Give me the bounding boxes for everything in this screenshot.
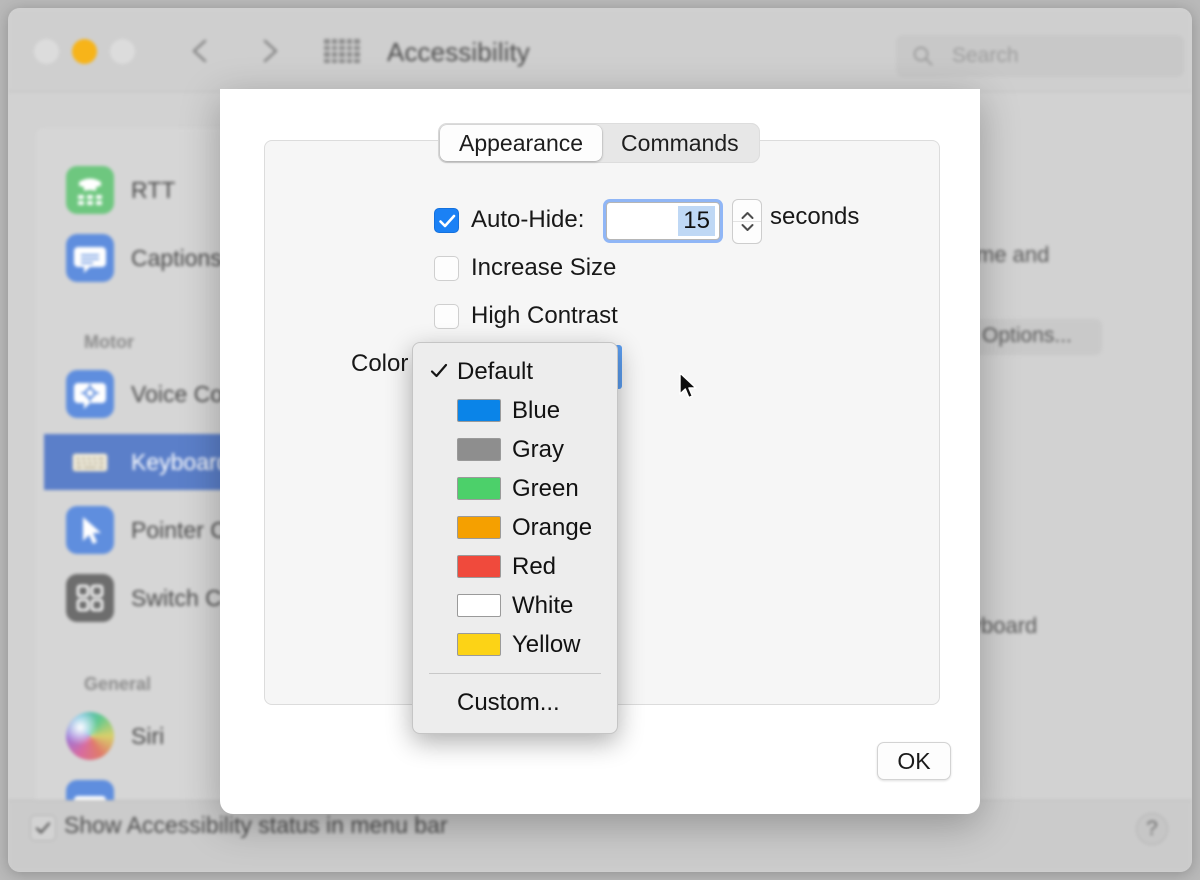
menu-item-label: Red: [512, 552, 557, 580]
captions-icon: [66, 234, 114, 282]
high-contrast-label: High Contrast: [471, 302, 618, 329]
increase-size-label: Increase Size: [471, 254, 617, 281]
show-accessibility-status-label: Show Accessibility status in menu bar: [64, 812, 448, 838]
help-button[interactable]: ?: [1136, 813, 1168, 845]
tab-commands[interactable]: Commands: [602, 125, 758, 161]
color-swatch-blue: [457, 399, 501, 422]
sidebar-section-header-motor: Motor: [84, 332, 134, 352]
siri-icon: [66, 712, 114, 760]
menu-item-label: Gray: [512, 435, 565, 463]
high-contrast-row: High Contrast: [434, 302, 618, 330]
pointer-control-icon: [66, 506, 114, 554]
menu-item-green[interactable]: Green: [413, 469, 617, 508]
show-accessibility-status-checkbox[interactable]: [30, 815, 56, 841]
voice-control-icon: [66, 370, 114, 418]
options-button[interactable]: Options...: [970, 319, 1102, 355]
sidebar-item-label: RTT: [131, 176, 176, 203]
menu-item-label: Orange: [512, 513, 593, 541]
chevron-down-icon[interactable]: [739, 222, 756, 233]
color-swatch-gray: [457, 438, 501, 461]
grid-view-icon[interactable]: [323, 38, 361, 64]
auto-hide-row: Auto-Hide:: [434, 206, 584, 234]
auto-hide-checkbox[interactable]: [434, 207, 459, 233]
color-swatch-yellow: [457, 633, 501, 656]
menu-item-label: Blue: [512, 396, 561, 424]
menu-item-label: Green: [512, 474, 579, 502]
arrow-cursor: [679, 372, 697, 399]
menu-item-orange[interactable]: Orange: [413, 508, 617, 547]
pane-text-fragment: yboard: [970, 613, 1038, 638]
sidebar-item-label: Keyboard: [131, 448, 230, 475]
search-placeholder: Search: [952, 44, 1019, 67]
auto-hide-seconds-input[interactable]: 15: [606, 202, 720, 240]
color-swatch-red: [457, 555, 501, 578]
menu-item-yellow[interactable]: Yellow: [413, 625, 617, 664]
high-contrast-checkbox[interactable]: [434, 303, 459, 329]
menu-item-white[interactable]: White: [413, 586, 617, 625]
sidebar-section-header-general: General: [84, 674, 152, 694]
auto-hide-label: Auto-Hide:: [471, 206, 585, 233]
increase-size-row: Increase Size: [434, 254, 616, 282]
checkmark-icon: [439, 214, 456, 227]
ok-button[interactable]: OK: [877, 742, 951, 780]
keyboard-icon: [66, 438, 114, 486]
options-button-label: Options...: [982, 324, 1072, 347]
menu-item-label: Default: [457, 357, 534, 385]
color-swatch-green: [457, 477, 501, 500]
auto-hide-stepper[interactable]: [732, 199, 762, 244]
menu-item-label: White: [512, 591, 574, 619]
sidebar-item-label: Voice Co: [131, 380, 224, 407]
color-swatch-orange: [457, 516, 501, 539]
auto-hide-unit-label: seconds: [770, 203, 860, 230]
pane-text-fragment: me and: [976, 242, 1050, 267]
color-dropdown-menu[interactable]: Default Blue Gray Green Orange Red White: [412, 342, 618, 734]
menu-item-label: Yellow: [512, 630, 581, 658]
checkmark-icon: [35, 822, 51, 834]
color-swatch-white: [457, 594, 501, 617]
tab-appearance[interactable]: Appearance: [440, 125, 603, 161]
menu-item-label: Custom...: [457, 688, 560, 716]
auto-hide-seconds-value: 15: [678, 206, 715, 236]
sidebar-item-label: Switch C: [131, 584, 222, 611]
window-titlebar: Accessibility Search: [8, 8, 1192, 92]
search-input[interactable]: Search: [896, 35, 1184, 77]
menu-item-red[interactable]: Red: [413, 547, 617, 586]
switch-control-icon: [66, 574, 114, 622]
increase-size-checkbox[interactable]: [434, 255, 459, 281]
sidebar-item-label: Siri: [131, 722, 165, 749]
menu-item-blue[interactable]: Blue: [413, 391, 617, 430]
page-title: Accessibility: [387, 37, 530, 67]
search-icon: [913, 46, 933, 66]
system-preferences-window: Accessibility Search RTT Captions Motor …: [8, 8, 1192, 872]
rtt-icon: [66, 166, 114, 214]
menu-item-gray[interactable]: Gray: [413, 430, 617, 469]
menu-item-default[interactable]: Default: [413, 352, 617, 391]
color-label: Color: [351, 350, 409, 377]
sidebar-item-label: Pointer C: [131, 516, 227, 543]
chevron-left-icon[interactable]: [182, 33, 218, 69]
minimize-window-button[interactable]: [72, 39, 97, 64]
menu-item-custom[interactable]: Custom...: [413, 683, 617, 722]
chevron-right-icon[interactable]: [252, 33, 288, 69]
chevron-up-icon[interactable]: [739, 210, 756, 221]
menu-separator: [429, 673, 601, 674]
close-window-button[interactable]: [34, 39, 59, 64]
sheet-tab-bar[interactable]: Appearance Commands: [438, 123, 760, 163]
sidebar-item-label: Captions: [131, 244, 222, 271]
checkmark-icon: [430, 363, 448, 378]
zoom-window-button[interactable]: [110, 39, 135, 64]
